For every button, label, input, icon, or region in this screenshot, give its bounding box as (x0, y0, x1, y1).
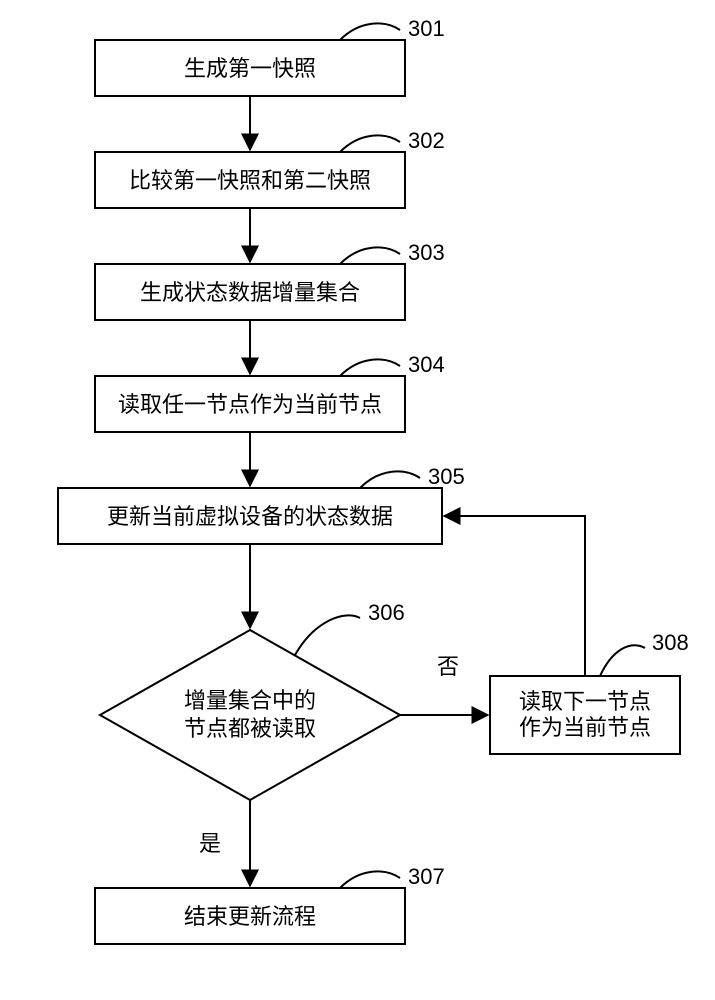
callout-line (340, 871, 400, 888)
node-307-label: 结束更新流程 (184, 904, 316, 929)
edge-yes-label: 是 (199, 831, 221, 856)
node-305-label: 更新当前虚拟设备的状态数据 (107, 504, 393, 529)
node-303-tag: 303 (408, 240, 445, 265)
node-302-tag: 302 (408, 128, 445, 153)
node-308-line2: 作为当前节点 (519, 715, 651, 740)
callout-line (600, 645, 645, 676)
arrow-feedback (444, 516, 585, 676)
callout-line (340, 359, 400, 376)
node-302-label: 比较第一快照和第二快照 (129, 168, 371, 193)
node-303: 生成状态数据增量集合 (95, 264, 405, 320)
node-306-decision: 增量集合中的 节点都被读取 (100, 630, 400, 800)
node-301-tag: 301 (408, 16, 445, 41)
node-306-line1: 增量集合中的 (184, 688, 316, 713)
node-308: 读取下一节点 作为当前节点 (490, 676, 680, 754)
callout-line (340, 135, 400, 152)
node-308-line1: 读取下一节点 (519, 689, 651, 714)
node-304-tag: 304 (408, 352, 445, 377)
node-304-label: 读取任一节点作为当前节点 (118, 392, 382, 417)
node-301-label: 生成第一快照 (184, 56, 316, 81)
node-304: 读取任一节点作为当前节点 (95, 376, 405, 432)
callout-line (295, 615, 360, 655)
callout-line (360, 471, 420, 488)
callout-line (340, 247, 400, 264)
node-305: 更新当前虚拟设备的状态数据 (58, 488, 442, 544)
node-307: 结束更新流程 (95, 888, 405, 944)
node-303-label: 生成状态数据增量集合 (140, 280, 360, 305)
edge-no-label: 否 (437, 654, 459, 679)
node-302: 比较第一快照和第二快照 (95, 152, 405, 208)
flowchart-diagram: 生成第一快照 301 比较第一快照和第二快照 302 生成状态数据增量集合 30… (0, 0, 715, 1000)
callout-line (340, 23, 400, 40)
node-308-tag: 308 (652, 630, 689, 655)
node-301: 生成第一快照 (95, 40, 405, 96)
node-307-tag: 307 (408, 864, 445, 889)
node-306-line2: 节点都被读取 (184, 716, 316, 741)
node-305-tag: 305 (428, 464, 465, 489)
node-306-tag: 306 (368, 600, 405, 625)
